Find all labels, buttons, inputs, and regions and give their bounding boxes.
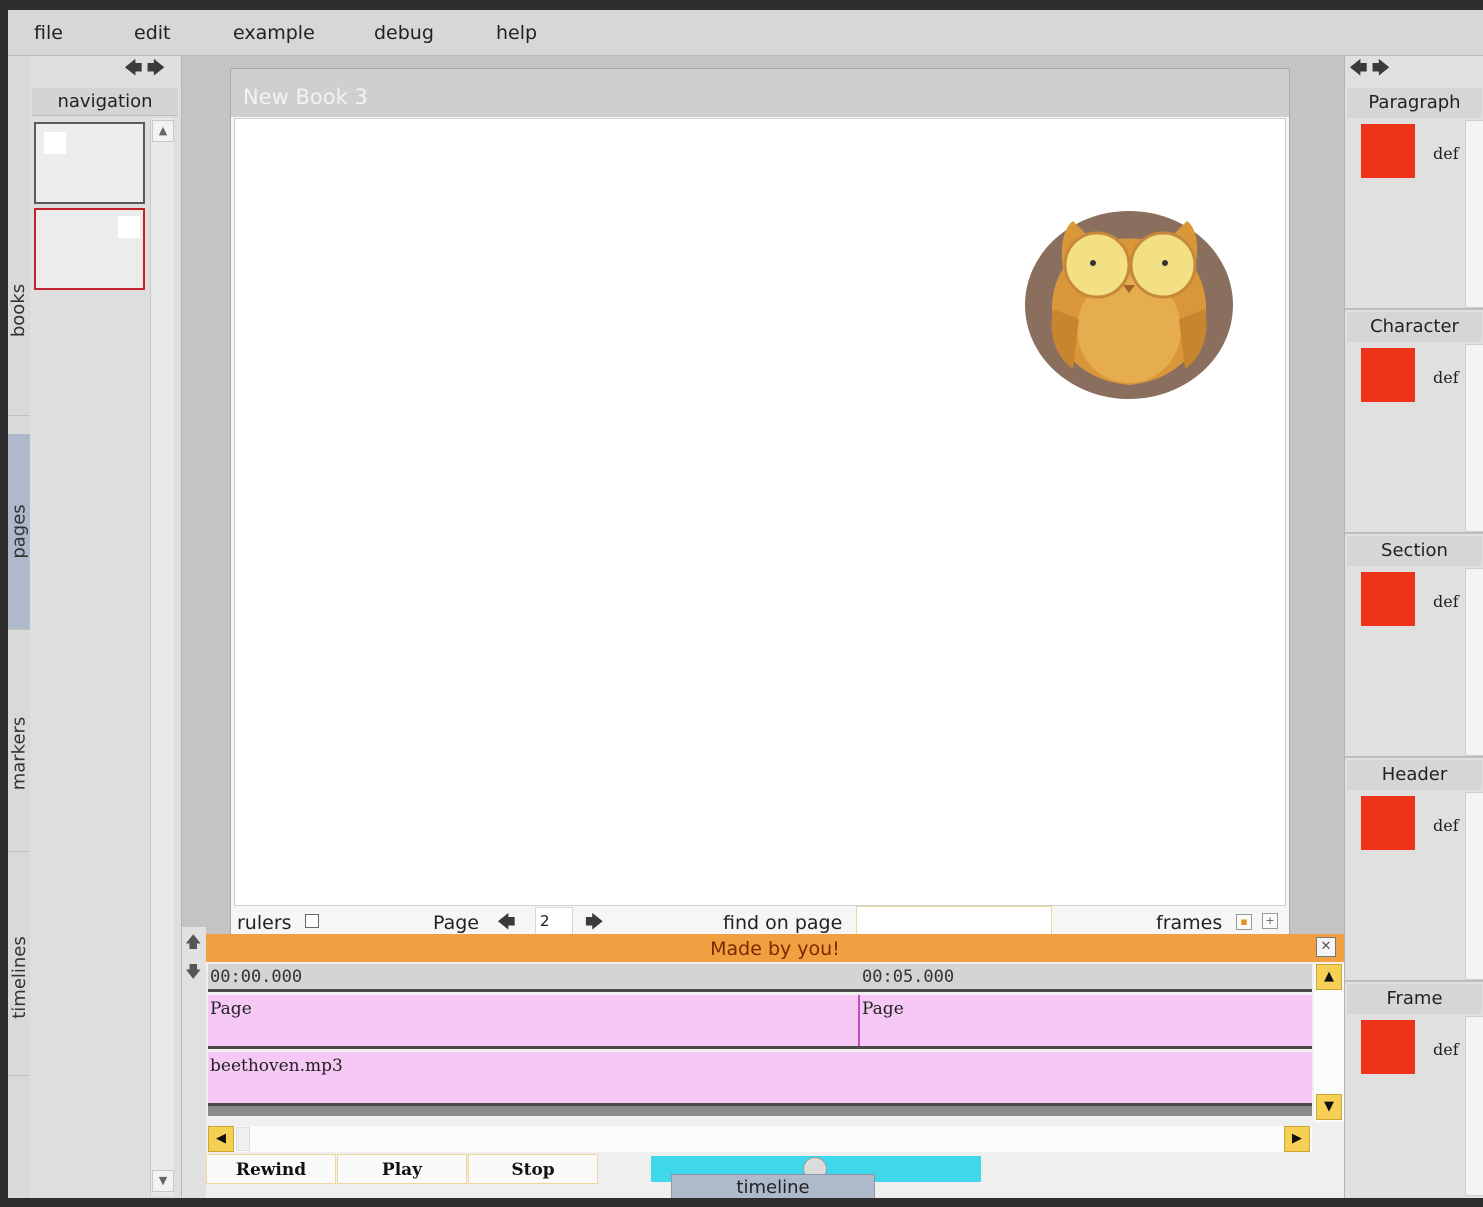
menu-help[interactable]: help <box>496 22 537 44</box>
find-on-page-input[interactable] <box>856 906 1052 936</box>
timeline-vertical-scrollbar[interactable]: ▲ ▼ <box>1314 964 1344 1122</box>
owl-image[interactable] <box>1023 209 1235 401</box>
menu-example[interactable]: example <box>233 22 315 44</box>
menu-bar: file edit example debug help <box>8 10 1483 56</box>
styles-panel: 🡄 🡆 Paragraph def Character def Section … <box>1344 56 1483 1198</box>
track-clip[interactable]: Page <box>862 999 904 1019</box>
scroll-right-icon[interactable]: ▶ <box>1284 1126 1310 1152</box>
scroll-down-icon[interactable]: ▼ <box>152 1170 174 1192</box>
rewind-button[interactable]: Rewind <box>206 1154 336 1184</box>
forward-arrow-icon[interactable]: 🡆 <box>147 60 166 78</box>
style-name[interactable]: def <box>1433 368 1459 387</box>
menu-debug[interactable]: debug <box>374 22 434 44</box>
style-section-title: Header <box>1347 760 1482 790</box>
menu-edit[interactable]: edit <box>134 22 170 44</box>
style-color-swatch[interactable] <box>1361 796 1415 850</box>
style-scrollbar[interactable] <box>1465 792 1483 980</box>
paragraph-style-section: Paragraph def <box>1345 88 1483 310</box>
character-style-section: Character def <box>1345 312 1483 534</box>
style-section-title: Character <box>1347 312 1482 342</box>
style-scrollbar[interactable] <box>1465 568 1483 756</box>
scroll-up-icon[interactable]: ▲ <box>152 120 174 142</box>
style-section-title: Section <box>1347 536 1482 566</box>
scroll-down-icon[interactable]: ▼ <box>1316 1094 1342 1120</box>
style-color-swatch[interactable] <box>1361 572 1415 626</box>
style-name[interactable]: def <box>1433 592 1459 611</box>
time-tick: 00:05.000 <box>862 967 955 987</box>
close-icon[interactable]: ✕ <box>1316 937 1336 957</box>
back-arrow-icon[interactable]: 🡄 <box>124 60 143 78</box>
style-scrollbar[interactable] <box>1465 344 1483 532</box>
page-canvas[interactable] <box>234 118 1286 906</box>
stop-button[interactable]: Stop <box>468 1154 598 1184</box>
frames-add-icon[interactable]: + <box>1262 913 1278 929</box>
timeline-side-controls: 🡅 🡇 <box>182 927 206 1198</box>
style-color-swatch[interactable] <box>1361 1020 1415 1074</box>
style-name[interactable]: def <box>1433 816 1459 835</box>
page-track: Page Page <box>208 995 1312 1049</box>
book-title: New Book 3 <box>231 69 1289 117</box>
frame-style-section: Frame def <box>1345 984 1483 1198</box>
find-on-page-label: find on page <box>723 912 843 934</box>
tab-books[interactable]: books <box>8 206 30 416</box>
play-button[interactable]: Play <box>337 1154 467 1184</box>
style-name[interactable]: def <box>1433 144 1459 163</box>
style-scrollbar[interactable] <box>1465 120 1483 308</box>
timeline-ruler: 00:00.000 00:05.000 <box>208 964 1312 992</box>
tab-pages[interactable]: pages <box>8 434 30 630</box>
scroll-up-icon[interactable]: ▲ <box>1316 964 1342 990</box>
style-section-title: Frame <box>1347 984 1482 1014</box>
timeline-banner: Made by you! <box>206 934 1344 962</box>
rulers-label: rulers <box>237 912 292 934</box>
book-window: New Book 3 rulers Page 🡄 2 🡆 find on pag… <box>230 68 1290 941</box>
left-tab-strip: books pages markers timelines <box>8 56 30 1198</box>
tab-timeline[interactable]: timeline <box>671 1174 875 1198</box>
style-color-swatch[interactable] <box>1361 348 1415 402</box>
style-color-swatch[interactable] <box>1361 124 1415 178</box>
previous-page-icon[interactable]: 🡄 <box>497 914 516 932</box>
page-thumbnail-2[interactable] <box>34 208 145 290</box>
page-thumbnail-1[interactable] <box>34 122 145 204</box>
app-window: file edit example debug help books pages… <box>8 10 1483 1198</box>
section-style-section: Section def <box>1345 536 1483 758</box>
header-style-section: Header def <box>1345 760 1483 982</box>
down-arrow-icon[interactable]: 🡇 <box>185 961 201 988</box>
time-tick: 00:00.000 <box>210 967 303 987</box>
tab-markers[interactable]: markers <box>8 656 30 852</box>
forward-arrow-icon[interactable]: 🡆 <box>1372 60 1391 78</box>
style-name[interactable]: def <box>1433 1040 1459 1059</box>
page-number-field[interactable]: 2 <box>535 907 573 935</box>
timeline-panel: Made by you! ✕ 00:00.000 00:05.000 Page … <box>206 934 1344 1198</box>
style-scrollbar[interactable] <box>1465 1016 1483 1196</box>
page-label: Page <box>433 912 479 934</box>
track-clip[interactable]: Page <box>210 999 252 1019</box>
scroll-thumb[interactable] <box>236 1127 250 1151</box>
frames-toggle-icon[interactable]: ▪ <box>1236 914 1252 930</box>
up-arrow-icon[interactable]: 🡅 <box>185 931 201 958</box>
menu-file[interactable]: file <box>34 22 63 44</box>
scroll-left-icon[interactable]: ◀ <box>208 1126 234 1152</box>
back-arrow-icon[interactable]: 🡄 <box>1349 60 1368 78</box>
navigation-title: navigation <box>32 88 178 116</box>
style-section-title: Paragraph <box>1347 88 1482 118</box>
audio-track: beethoven.mp3 <box>208 1052 1312 1106</box>
navigation-panel: 🡄 🡆 navigation ▲ ▼ <box>30 56 182 1198</box>
tab-timelines[interactable]: timelines <box>8 880 30 1076</box>
timeline-horizontal-scrollbar[interactable]: ◀ ▶ <box>208 1126 1312 1152</box>
track-clip[interactable]: beethoven.mp3 <box>210 1056 343 1076</box>
frames-label: frames <box>1156 912 1223 934</box>
navigation-scrollbar[interactable]: ▲ ▼ <box>150 118 174 1196</box>
rulers-checkbox[interactable] <box>305 914 319 928</box>
next-page-icon[interactable]: 🡆 <box>585 914 604 932</box>
